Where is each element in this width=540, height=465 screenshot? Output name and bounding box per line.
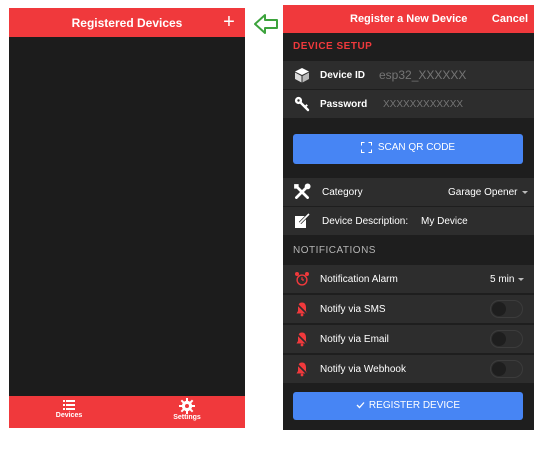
category-value: Garage Opener	[448, 187, 518, 198]
gear-icon	[179, 398, 195, 414]
register-device-button[interactable]: REGISTER DEVICE	[293, 392, 523, 420]
scan-qr-button[interactable]: SCAN QR CODE	[293, 134, 523, 164]
toggle-knob	[492, 302, 506, 316]
right-header-bar: Register a New Device Cancel	[283, 5, 534, 33]
description-label: Device Description:	[322, 216, 409, 227]
register-device-label: REGISTER DEVICE	[368, 399, 461, 411]
cube-icon	[295, 68, 309, 83]
key-icon	[294, 96, 310, 112]
alarm-clock-icon	[295, 272, 309, 286]
scan-frame-icon	[360, 142, 372, 153]
register-title: Register a New Device	[350, 13, 468, 25]
device-id-label: Device ID	[320, 70, 366, 81]
notify-sms-toggle[interactable]	[490, 300, 523, 318]
register-device-screen: Register a New Device Cancel DEVICE SETU…	[283, 5, 534, 430]
cancel-button[interactable]: Cancel	[492, 13, 528, 25]
bell-off-icon	[295, 302, 309, 317]
left-header-bar: Registered Devices +	[9, 8, 245, 37]
scan-qr-label: SCAN QR CODE	[377, 142, 456, 153]
device-setup-header: DEVICE SETUP	[293, 41, 373, 52]
edit-icon	[295, 213, 310, 228]
device-id-input[interactable]	[379, 66, 519, 84]
notification-alarm-select[interactable]: 5 min	[490, 274, 525, 285]
notify-webhook-row: Notify via Webhook	[283, 355, 534, 383]
list-icon	[63, 400, 75, 410]
nav-settings[interactable]: Settings	[147, 396, 227, 428]
bottom-nav: Devices Settings	[9, 396, 245, 428]
nav-devices-label: Devices	[55, 412, 83, 419]
notify-email-toggle[interactable]	[490, 330, 523, 348]
bell-off-icon	[295, 362, 309, 377]
nav-devices[interactable]: Devices	[29, 396, 109, 428]
notify-email-label: Notify via Email	[320, 334, 389, 345]
notification-alarm-row[interactable]: Notification Alarm 5 min	[283, 265, 534, 293]
notify-webhook-toggle[interactable]	[490, 360, 523, 378]
registered-devices-screen: Registered Devices + Devices Settings	[9, 8, 245, 428]
check-icon	[356, 402, 365, 409]
arrow-left-icon	[254, 14, 278, 34]
category-select[interactable]: Garage Opener	[448, 187, 528, 198]
notification-alarm-label: Notification Alarm	[320, 274, 398, 285]
tools-icon	[294, 183, 311, 199]
device-id-row: Device ID	[283, 61, 534, 89]
notifications-header: NOTIFICATIONS	[293, 245, 376, 256]
bell-off-icon	[295, 332, 309, 347]
chevron-down-icon	[521, 190, 528, 194]
category-label: Category	[322, 187, 363, 198]
password-input[interactable]	[383, 95, 523, 113]
password-label: Password	[320, 99, 368, 110]
description-input[interactable]: My Device	[421, 216, 468, 227]
nav-settings-label: Settings	[173, 414, 201, 421]
notification-alarm-value: 5 min	[490, 274, 515, 285]
page-title: Registered Devices	[71, 16, 183, 30]
chevron-down-icon	[518, 277, 525, 281]
notify-webhook-label: Notify via Webhook	[320, 364, 406, 375]
add-device-button[interactable]: +	[219, 10, 239, 34]
notify-sms-row: Notify via SMS	[283, 295, 534, 323]
notify-sms-label: Notify via SMS	[320, 304, 386, 315]
password-row: Password	[283, 90, 534, 118]
toggle-knob	[492, 332, 506, 346]
notify-email-row: Notify via Email	[283, 325, 534, 353]
description-row: Device Description: My Device	[283, 207, 534, 235]
category-row[interactable]: Category Garage Opener	[283, 178, 534, 206]
toggle-knob	[492, 362, 506, 376]
